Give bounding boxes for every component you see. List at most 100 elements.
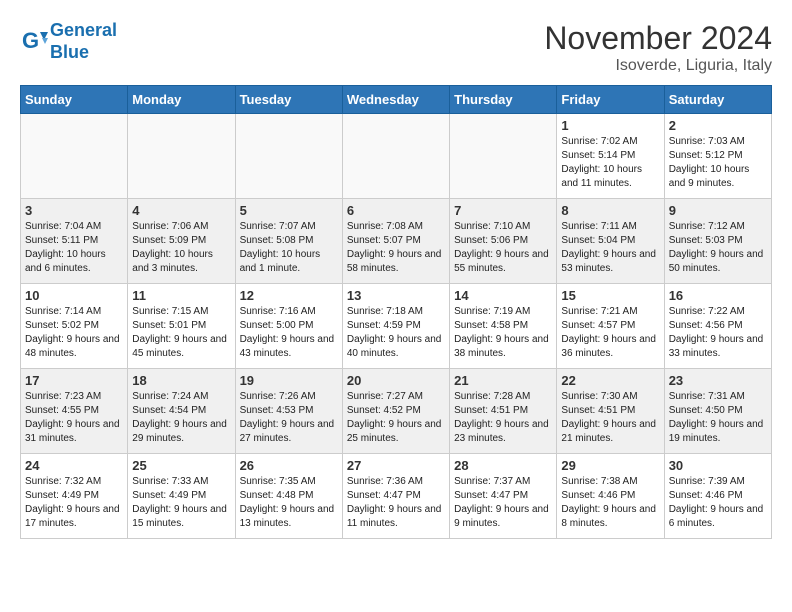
calendar-body: 1 Sunrise: 7:02 AM Sunset: 5:14 PM Daylig… (21, 114, 772, 539)
day-info: Sunrise: 7:31 AM Sunset: 4:50 PM Dayligh… (669, 390, 767, 446)
day-number: 3 (25, 203, 123, 218)
calendar-cell (450, 114, 557, 199)
day-info: Sunrise: 7:04 AM Sunset: 5:11 PM Dayligh… (25, 220, 123, 276)
calendar-cell: 7 Sunrise: 7:10 AM Sunset: 5:06 PM Daylig… (450, 199, 557, 284)
day-info: Sunrise: 7:11 AM Sunset: 5:04 PM Dayligh… (561, 220, 659, 276)
day-info: Sunrise: 7:16 AM Sunset: 5:00 PM Dayligh… (240, 305, 338, 361)
day-info: Sunrise: 7:18 AM Sunset: 4:59 PM Dayligh… (347, 305, 445, 361)
calendar-cell: 26 Sunrise: 7:35 AM Sunset: 4:48 PM Dayli… (235, 454, 342, 539)
day-number: 8 (561, 203, 659, 218)
calendar-cell: 11 Sunrise: 7:15 AM Sunset: 5:01 PM Dayli… (128, 284, 235, 369)
day-info: Sunrise: 7:24 AM Sunset: 4:54 PM Dayligh… (132, 390, 230, 446)
day-info: Sunrise: 7:28 AM Sunset: 4:51 PM Dayligh… (454, 390, 552, 446)
day-number: 14 (454, 288, 552, 303)
calendar-cell (21, 114, 128, 199)
day-info: Sunrise: 7:36 AM Sunset: 4:47 PM Dayligh… (347, 475, 445, 531)
calendar-cell: 27 Sunrise: 7:36 AM Sunset: 4:47 PM Dayli… (342, 454, 449, 539)
day-info: Sunrise: 7:15 AM Sunset: 5:01 PM Dayligh… (132, 305, 230, 361)
day-info: Sunrise: 7:26 AM Sunset: 4:53 PM Dayligh… (240, 390, 338, 446)
day-number: 4 (132, 203, 230, 218)
day-number: 2 (669, 118, 767, 133)
calendar-cell: 20Sunrise: 7:27 AM Sunset: 4:52 PM Dayli… (342, 369, 449, 454)
day-number: 22 (561, 373, 659, 388)
day-info: Sunrise: 7:02 AM Sunset: 5:14 PM Dayligh… (561, 135, 659, 191)
day-number: 19 (240, 373, 338, 388)
col-header-tuesday: Tuesday (235, 86, 342, 114)
day-number: 20 (347, 373, 445, 388)
day-info: Sunrise: 7:39 AM Sunset: 4:46 PM Dayligh… (669, 475, 767, 531)
calendar-cell: 6 Sunrise: 7:08 AM Sunset: 5:07 PM Daylig… (342, 199, 449, 284)
title-block: November 2024 Isoverde, Liguria, Italy (544, 20, 772, 75)
logo: G General Blue (20, 20, 117, 63)
calendar-cell: 17 Sunrise: 7:23 AM Sunset: 4:55 PM Dayli… (21, 369, 128, 454)
day-number: 11 (132, 288, 230, 303)
day-info: Sunrise: 7:10 AM Sunset: 5:06 PM Dayligh… (454, 220, 552, 276)
calendar-week-1: 1 Sunrise: 7:02 AM Sunset: 5:14 PM Daylig… (21, 114, 772, 199)
day-number: 28 (454, 458, 552, 473)
col-header-saturday: Saturday (664, 86, 771, 114)
day-number: 15 (561, 288, 659, 303)
logo-icon: G (20, 28, 48, 56)
day-number: 29 (561, 458, 659, 473)
col-header-monday: Monday (128, 86, 235, 114)
day-number: 21 (454, 373, 552, 388)
day-number: 24 (25, 458, 123, 473)
calendar-week-2: 3 Sunrise: 7:04 AM Sunset: 5:11 PM Daylig… (21, 199, 772, 284)
calendar-cell: 22Sunrise: 7:30 AM Sunset: 4:51 PM Dayli… (557, 369, 664, 454)
day-info: Sunrise: 7:06 AM Sunset: 5:09 PM Dayligh… (132, 220, 230, 276)
day-info: Sunrise: 7:38 AM Sunset: 4:46 PM Dayligh… (561, 475, 659, 531)
day-info: Sunrise: 7:14 AM Sunset: 5:02 PM Dayligh… (25, 305, 123, 361)
day-info: Sunrise: 7:37 AM Sunset: 4:47 PM Dayligh… (454, 475, 552, 531)
day-info: Sunrise: 7:22 AM Sunset: 4:56 PM Dayligh… (669, 305, 767, 361)
day-number: 5 (240, 203, 338, 218)
calendar-week-4: 17 Sunrise: 7:23 AM Sunset: 4:55 PM Dayli… (21, 369, 772, 454)
calendar-cell: 19 Sunrise: 7:26 AM Sunset: 4:53 PM Dayli… (235, 369, 342, 454)
calendar-cell: 14 Sunrise: 7:19 AM Sunset: 4:58 PM Dayli… (450, 284, 557, 369)
day-info: Sunrise: 7:19 AM Sunset: 4:58 PM Dayligh… (454, 305, 552, 361)
day-info: Sunrise: 7:35 AM Sunset: 4:48 PM Dayligh… (240, 475, 338, 531)
calendar-cell: 24 Sunrise: 7:32 AM Sunset: 4:49 PM Dayli… (21, 454, 128, 539)
day-info: Sunrise: 7:21 AM Sunset: 4:57 PM Dayligh… (561, 305, 659, 361)
calendar-cell: 29 Sunrise: 7:38 AM Sunset: 4:46 PM Dayli… (557, 454, 664, 539)
day-info: Sunrise: 7:23 AM Sunset: 4:55 PM Dayligh… (25, 390, 123, 446)
day-number: 10 (25, 288, 123, 303)
calendar-cell: 13Sunrise: 7:18 AM Sunset: 4:59 PM Dayli… (342, 284, 449, 369)
day-number: 9 (669, 203, 767, 218)
location: Isoverde, Liguria, Italy (544, 57, 772, 75)
calendar-cell: 30Sunrise: 7:39 AM Sunset: 4:46 PM Dayli… (664, 454, 771, 539)
day-number: 1 (561, 118, 659, 133)
logo-line1: General (50, 20, 117, 40)
calendar-cell: 12Sunrise: 7:16 AM Sunset: 5:00 PM Dayli… (235, 284, 342, 369)
logo-line2: Blue (50, 42, 89, 62)
calendar-cell: 9Sunrise: 7:12 AM Sunset: 5:03 PM Daylig… (664, 199, 771, 284)
calendar-cell: 16 Sunrise: 7:22 AM Sunset: 4:56 PM Dayli… (664, 284, 771, 369)
day-number: 23 (669, 373, 767, 388)
col-header-wednesday: Wednesday (342, 86, 449, 114)
day-number: 7 (454, 203, 552, 218)
calendar-cell: 1 Sunrise: 7:02 AM Sunset: 5:14 PM Daylig… (557, 114, 664, 199)
day-number: 18 (132, 373, 230, 388)
day-number: 27 (347, 458, 445, 473)
calendar-cell: 3 Sunrise: 7:04 AM Sunset: 5:11 PM Daylig… (21, 199, 128, 284)
calendar-cell: 5Sunrise: 7:07 AM Sunset: 5:08 PM Daylig… (235, 199, 342, 284)
calendar-cell: 8 Sunrise: 7:11 AM Sunset: 5:04 PM Daylig… (557, 199, 664, 284)
calendar-cell (235, 114, 342, 199)
page-header: G General Blue November 2024 Isoverde, L… (20, 20, 772, 75)
calendar-cell: 25Sunrise: 7:33 AM Sunset: 4:49 PM Dayli… (128, 454, 235, 539)
calendar-week-5: 24 Sunrise: 7:32 AM Sunset: 4:49 PM Dayli… (21, 454, 772, 539)
col-header-thursday: Thursday (450, 86, 557, 114)
day-number: 16 (669, 288, 767, 303)
col-header-sunday: Sunday (21, 86, 128, 114)
calendar-cell (342, 114, 449, 199)
calendar-cell: 10 Sunrise: 7:14 AM Sunset: 5:02 PM Dayli… (21, 284, 128, 369)
day-number: 6 (347, 203, 445, 218)
day-number: 26 (240, 458, 338, 473)
calendar-cell: 15 Sunrise: 7:21 AM Sunset: 4:57 PM Dayli… (557, 284, 664, 369)
calendar-week-3: 10 Sunrise: 7:14 AM Sunset: 5:02 PM Dayli… (21, 284, 772, 369)
calendar-cell (128, 114, 235, 199)
calendar-cell: 21 Sunrise: 7:28 AM Sunset: 4:51 PM Dayli… (450, 369, 557, 454)
day-number: 17 (25, 373, 123, 388)
day-info: Sunrise: 7:08 AM Sunset: 5:07 PM Dayligh… (347, 220, 445, 276)
calendar-cell: 18 Sunrise: 7:24 AM Sunset: 4:54 PM Dayli… (128, 369, 235, 454)
day-info: Sunrise: 7:32 AM Sunset: 4:49 PM Dayligh… (25, 475, 123, 531)
